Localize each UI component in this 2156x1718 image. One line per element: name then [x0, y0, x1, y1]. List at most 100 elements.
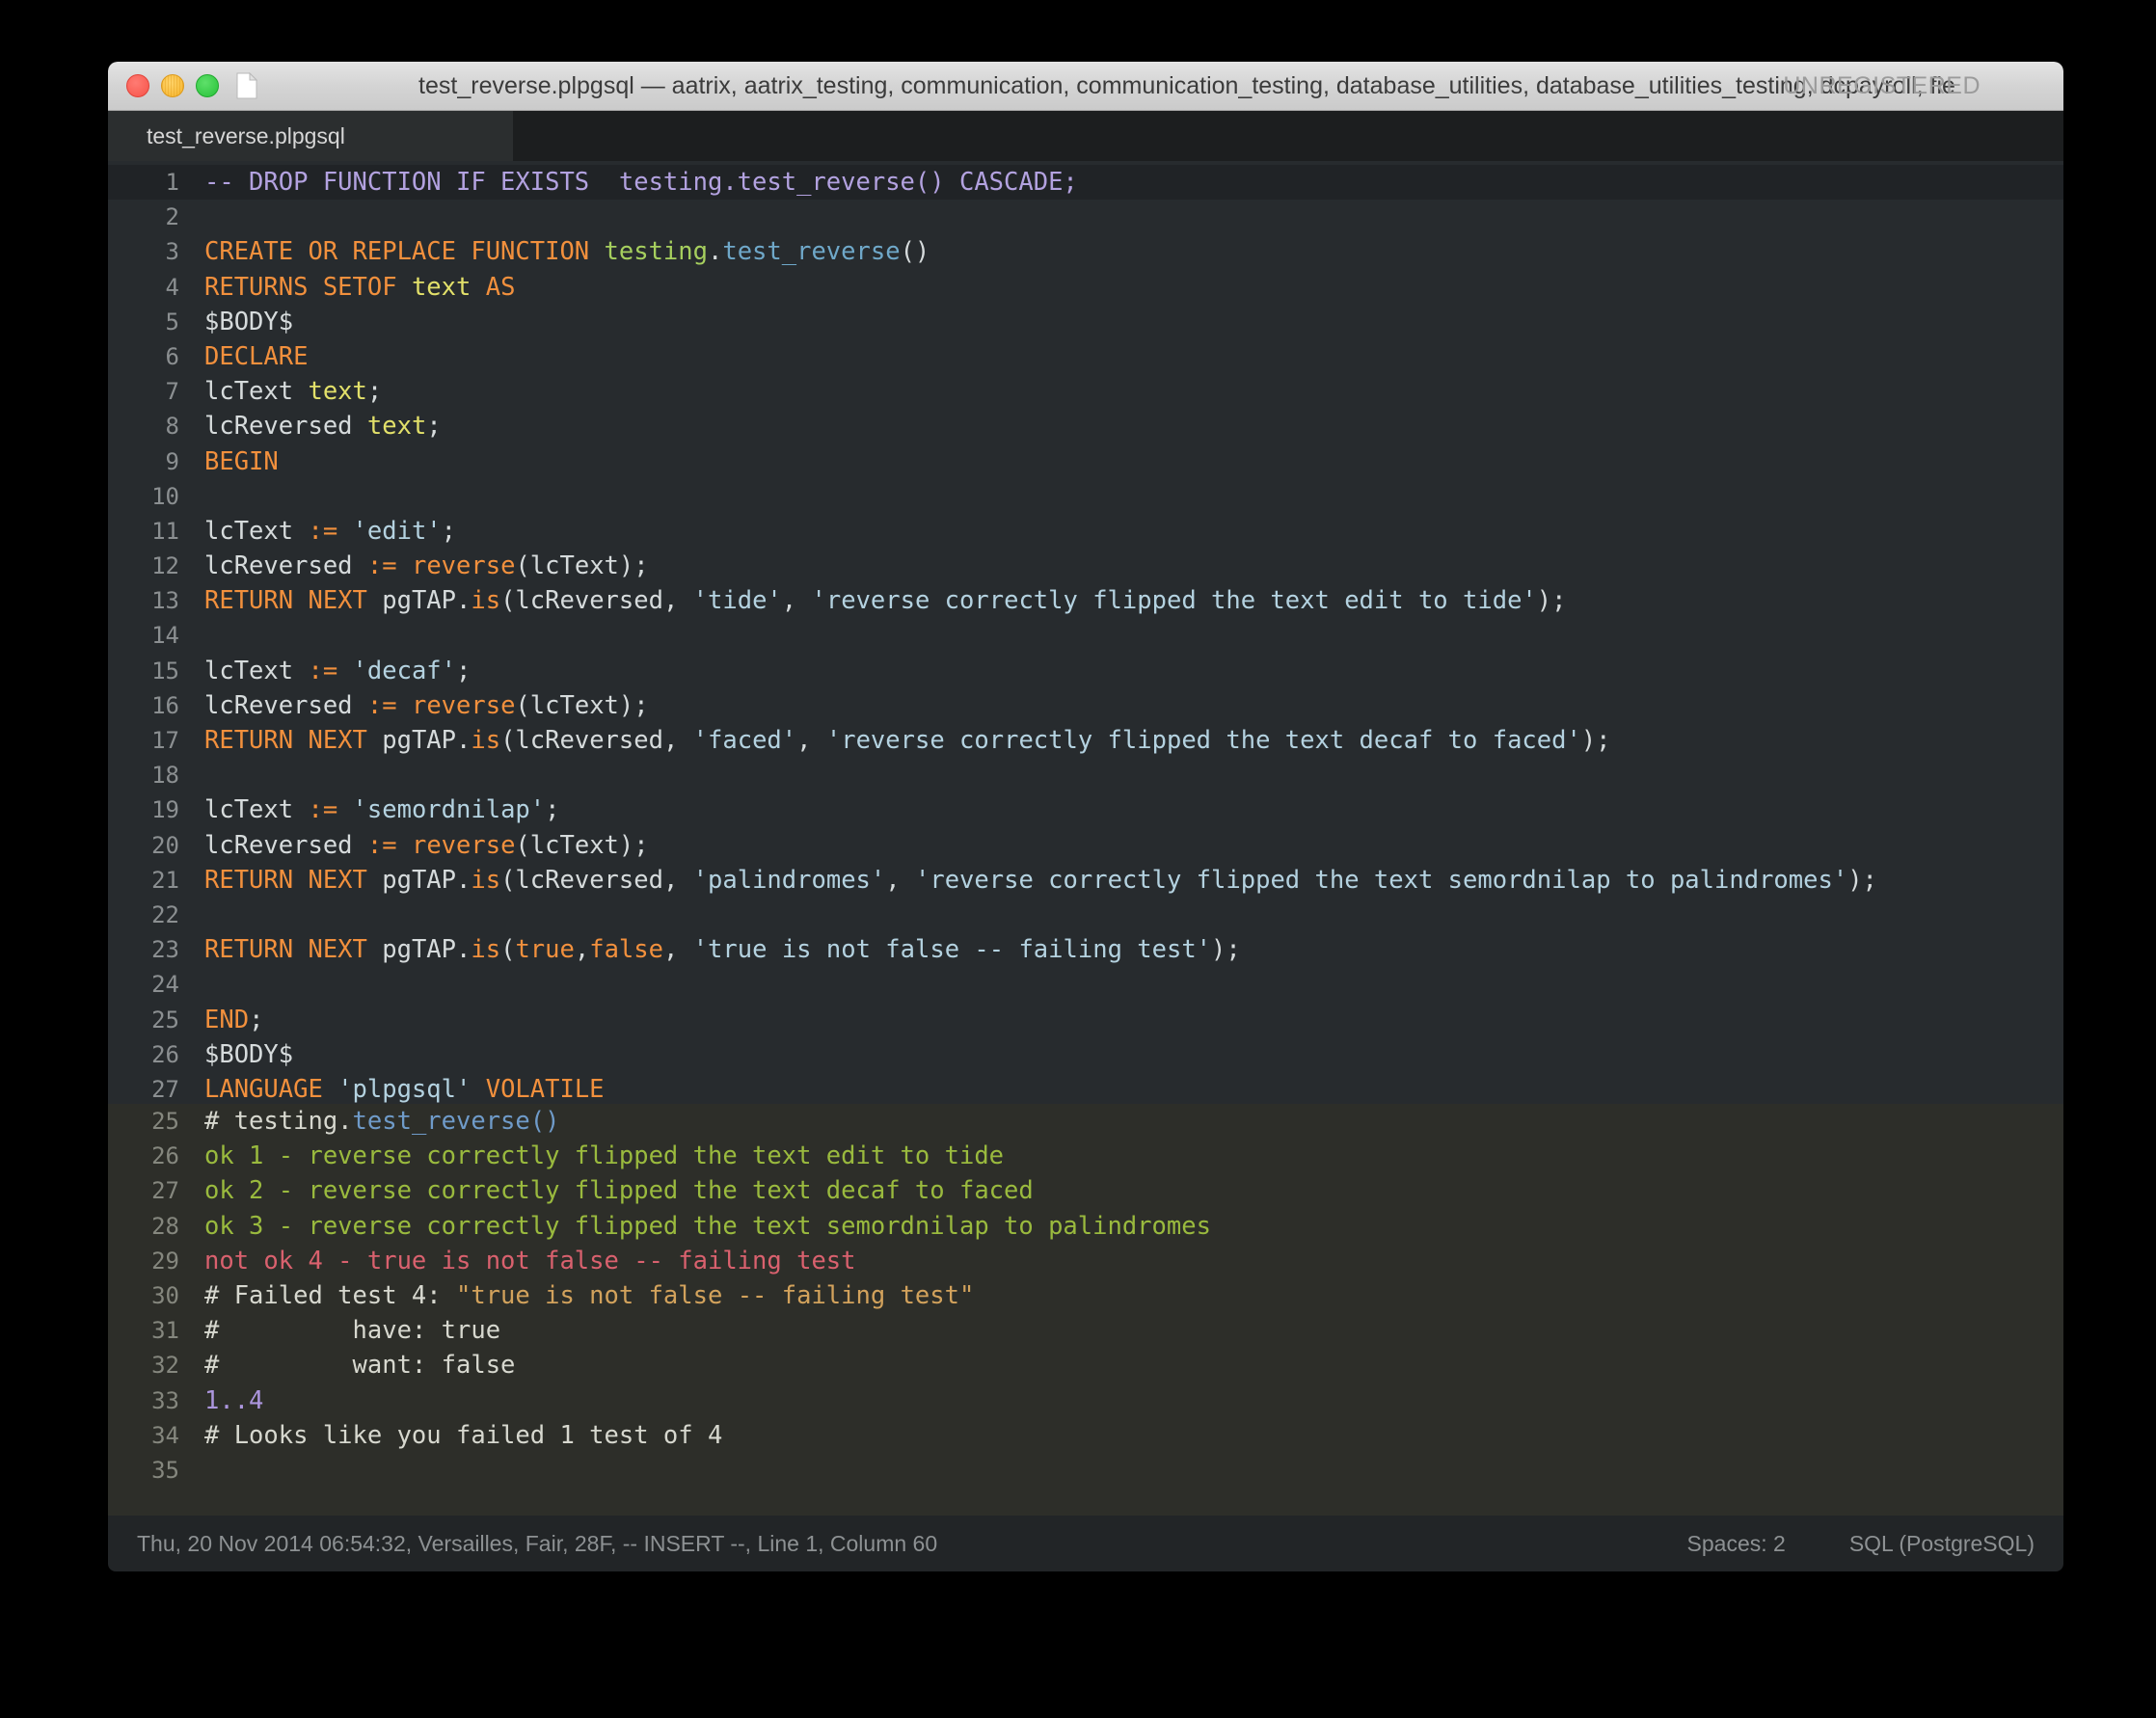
- output-line[interactable]: 33 1..4: [108, 1383, 2063, 1418]
- token: BEGIN: [204, 446, 279, 476]
- token: CREATE OR REPLACE FUNCTION: [204, 237, 605, 267]
- editor-line[interactable]: 20 lcReversed := reverse(lcText);: [108, 828, 2063, 863]
- editor-line-number: 12: [151, 552, 179, 580]
- token: ;: [426, 412, 442, 442]
- editor-line[interactable]: 22: [108, 898, 2063, 932]
- maximize-button[interactable]: [196, 74, 219, 97]
- output-line-content: 1..4: [195, 1383, 2063, 1418]
- token: "true is not false -- failing test": [456, 1280, 975, 1310]
- output-line[interactable]: 25 # testing.test_reverse(): [108, 1104, 2063, 1139]
- token: is: [471, 726, 501, 755]
- editor-line-content: lcText := 'edit';: [195, 514, 2063, 549]
- editor-line[interactable]: 9 BEGIN: [108, 444, 2063, 479]
- editor-line[interactable]: 5 $BODY$: [108, 305, 2063, 339]
- token: (lcReversed,: [500, 726, 693, 755]
- editor-line-number: 3: [165, 238, 179, 266]
- token: text: [308, 377, 367, 407]
- output-line[interactable]: 30 # Failed test 4: "true is not false --…: [108, 1278, 2063, 1313]
- output-line[interactable]: 32 # want: false: [108, 1348, 2063, 1382]
- output-line-content: # have: true: [195, 1313, 2063, 1348]
- close-button[interactable]: [126, 74, 149, 97]
- editor-line[interactable]: 14: [108, 618, 2063, 653]
- editor-line-number: 11: [151, 517, 179, 545]
- document-icon: [236, 72, 257, 99]
- editor-line[interactable]: 1 -- DROP FUNCTION IF EXISTS testing.test…: [108, 165, 2063, 201]
- test-output-pane[interactable]: 25 # testing.test_reverse() 26 ok 1 - rever…: [108, 1104, 2063, 1516]
- editor-line-number: 5: [165, 308, 179, 336]
- editor-line-content: lcReversed := reverse(lcText);: [195, 688, 2063, 723]
- token: test_reverse(): [352, 1107, 560, 1136]
- editor-line[interactable]: 7 lcText text;: [108, 374, 2063, 409]
- editor-line[interactable]: 16 lcReversed := reverse(lcText);: [108, 688, 2063, 723]
- token: pgTAP.: [366, 935, 472, 965]
- editor-line[interactable]: 24: [108, 967, 2063, 1002]
- editor-line[interactable]: 6 DECLARE: [108, 339, 2063, 374]
- output-line[interactable]: 31 # have: true: [108, 1313, 2063, 1348]
- token: 'faced': [692, 726, 797, 755]
- editor-line-list: 1 -- DROP FUNCTION IF EXISTS testing.test…: [108, 165, 2063, 1104]
- editor-line-content: RETURN NEXT pgTAP.is(true,false, 'true i…: [195, 932, 2063, 967]
- token: 'true is not false -- failing test': [692, 935, 1212, 965]
- token: # have: true: [204, 1316, 501, 1346]
- output-line[interactable]: 28 ok 3 - reverse correctly flipped the t…: [108, 1209, 2063, 1244]
- editor-line[interactable]: 11 lcText := 'edit';: [108, 514, 2063, 549]
- token: # testing.: [204, 1107, 353, 1136]
- output-line[interactable]: 26 ok 1 - reverse correctly flipped the t…: [108, 1139, 2063, 1173]
- editor-line[interactable]: 19 lcText := 'semordnilap';: [108, 792, 2063, 827]
- output-line-content: ok 1 - reverse correctly flipped the tex…: [195, 1139, 2063, 1173]
- token: );: [1211, 935, 1241, 965]
- token: (lcReversed,: [500, 865, 693, 895]
- editor-line[interactable]: 15 lcText := 'decaf';: [108, 654, 2063, 688]
- token: $BODY$: [204, 307, 294, 336]
- token: lcText: [204, 516, 309, 546]
- token: $BODY$: [204, 1039, 294, 1069]
- editor-line-content: CREATE OR REPLACE FUNCTION testing.test_…: [195, 234, 2063, 269]
- editor-line[interactable]: 26 $BODY$: [108, 1037, 2063, 1072]
- window-titlebar[interactable]: test_reverse.plpgsql — aatrix, aatrix_te…: [108, 62, 2063, 111]
- syntax-setting[interactable]: SQL (PostgreSQL): [1849, 1531, 2035, 1557]
- indentation-setting[interactable]: Spaces: 2: [1687, 1531, 1786, 1557]
- editor-line[interactable]: 13 RETURN NEXT pgTAP.is(lcReversed, 'tide…: [108, 583, 2063, 618]
- tab-test-reverse[interactable]: test_reverse.plpgsql: [108, 111, 513, 161]
- token: (lcText);: [515, 830, 649, 860]
- output-line[interactable]: 34 # Looks like you failed 1 test of 4: [108, 1418, 2063, 1453]
- editor-line[interactable]: 27 LANGUAGE 'plpgsql' VOLATILE: [108, 1072, 2063, 1104]
- editor-line[interactable]: 23 RETURN NEXT pgTAP.is(true,false, 'true…: [108, 932, 2063, 967]
- editor-line[interactable]: 25 END;: [108, 1003, 2063, 1037]
- output-line[interactable]: 35: [108, 1453, 2063, 1488]
- editor-line[interactable]: 2: [108, 200, 2063, 234]
- output-line-list: 25 # testing.test_reverse() 26 ok 1 - rever…: [108, 1104, 2063, 1488]
- editor-line-content: lcReversed := reverse(lcText);: [195, 549, 2063, 583]
- editor-line[interactable]: 21 RETURN NEXT pgTAP.is(lcReversed, 'pali…: [108, 863, 2063, 898]
- token: :=: [366, 551, 397, 581]
- editor-line[interactable]: 8 lcReversed text;: [108, 409, 2063, 443]
- token: text: [366, 412, 427, 442]
- token: lcReversed: [204, 690, 367, 720]
- token: lcText: [204, 795, 309, 825]
- token: 'plpgsql': [337, 1074, 472, 1104]
- editor-line[interactable]: 17 RETURN NEXT pgTAP.is(lcReversed, 'face…: [108, 723, 2063, 758]
- minimize-button[interactable]: [161, 74, 184, 97]
- token: );: [1536, 586, 1567, 616]
- editor-line-number: 25: [151, 1006, 179, 1033]
- code-editor-pane[interactable]: 1 -- DROP FUNCTION IF EXISTS testing.test…: [108, 161, 2063, 1104]
- token: 'palindromes': [692, 865, 886, 895]
- editor-line[interactable]: 12 lcReversed := reverse(lcText);: [108, 549, 2063, 583]
- token: ,: [662, 935, 693, 965]
- editor-line[interactable]: 3 CREATE OR REPLACE FUNCTION testing.test…: [108, 234, 2063, 269]
- output-line[interactable]: 29 not ok 4 - true is not false -- failin…: [108, 1244, 2063, 1278]
- editor-line[interactable]: 10: [108, 479, 2063, 514]
- token: lcText: [204, 656, 309, 685]
- token: 'reverse correctly flipped the text deca…: [825, 726, 1581, 755]
- editor-line[interactable]: 18: [108, 758, 2063, 792]
- editor-line-content: BEGIN: [195, 444, 2063, 479]
- editor-line-content: -- DROP FUNCTION IF EXISTS testing.test_…: [195, 165, 2063, 200]
- editor-line-number: 4: [165, 273, 179, 301]
- editor-line-number: 24: [151, 971, 179, 999]
- output-line[interactable]: 27 ok 2 - reverse correctly flipped the t…: [108, 1173, 2063, 1208]
- token: RETURN NEXT: [204, 935, 367, 965]
- status-right-group: Spaces: 2 SQL (PostgreSQL): [1687, 1531, 2035, 1557]
- editor-line[interactable]: 4 RETURNS SETOF text AS: [108, 270, 2063, 305]
